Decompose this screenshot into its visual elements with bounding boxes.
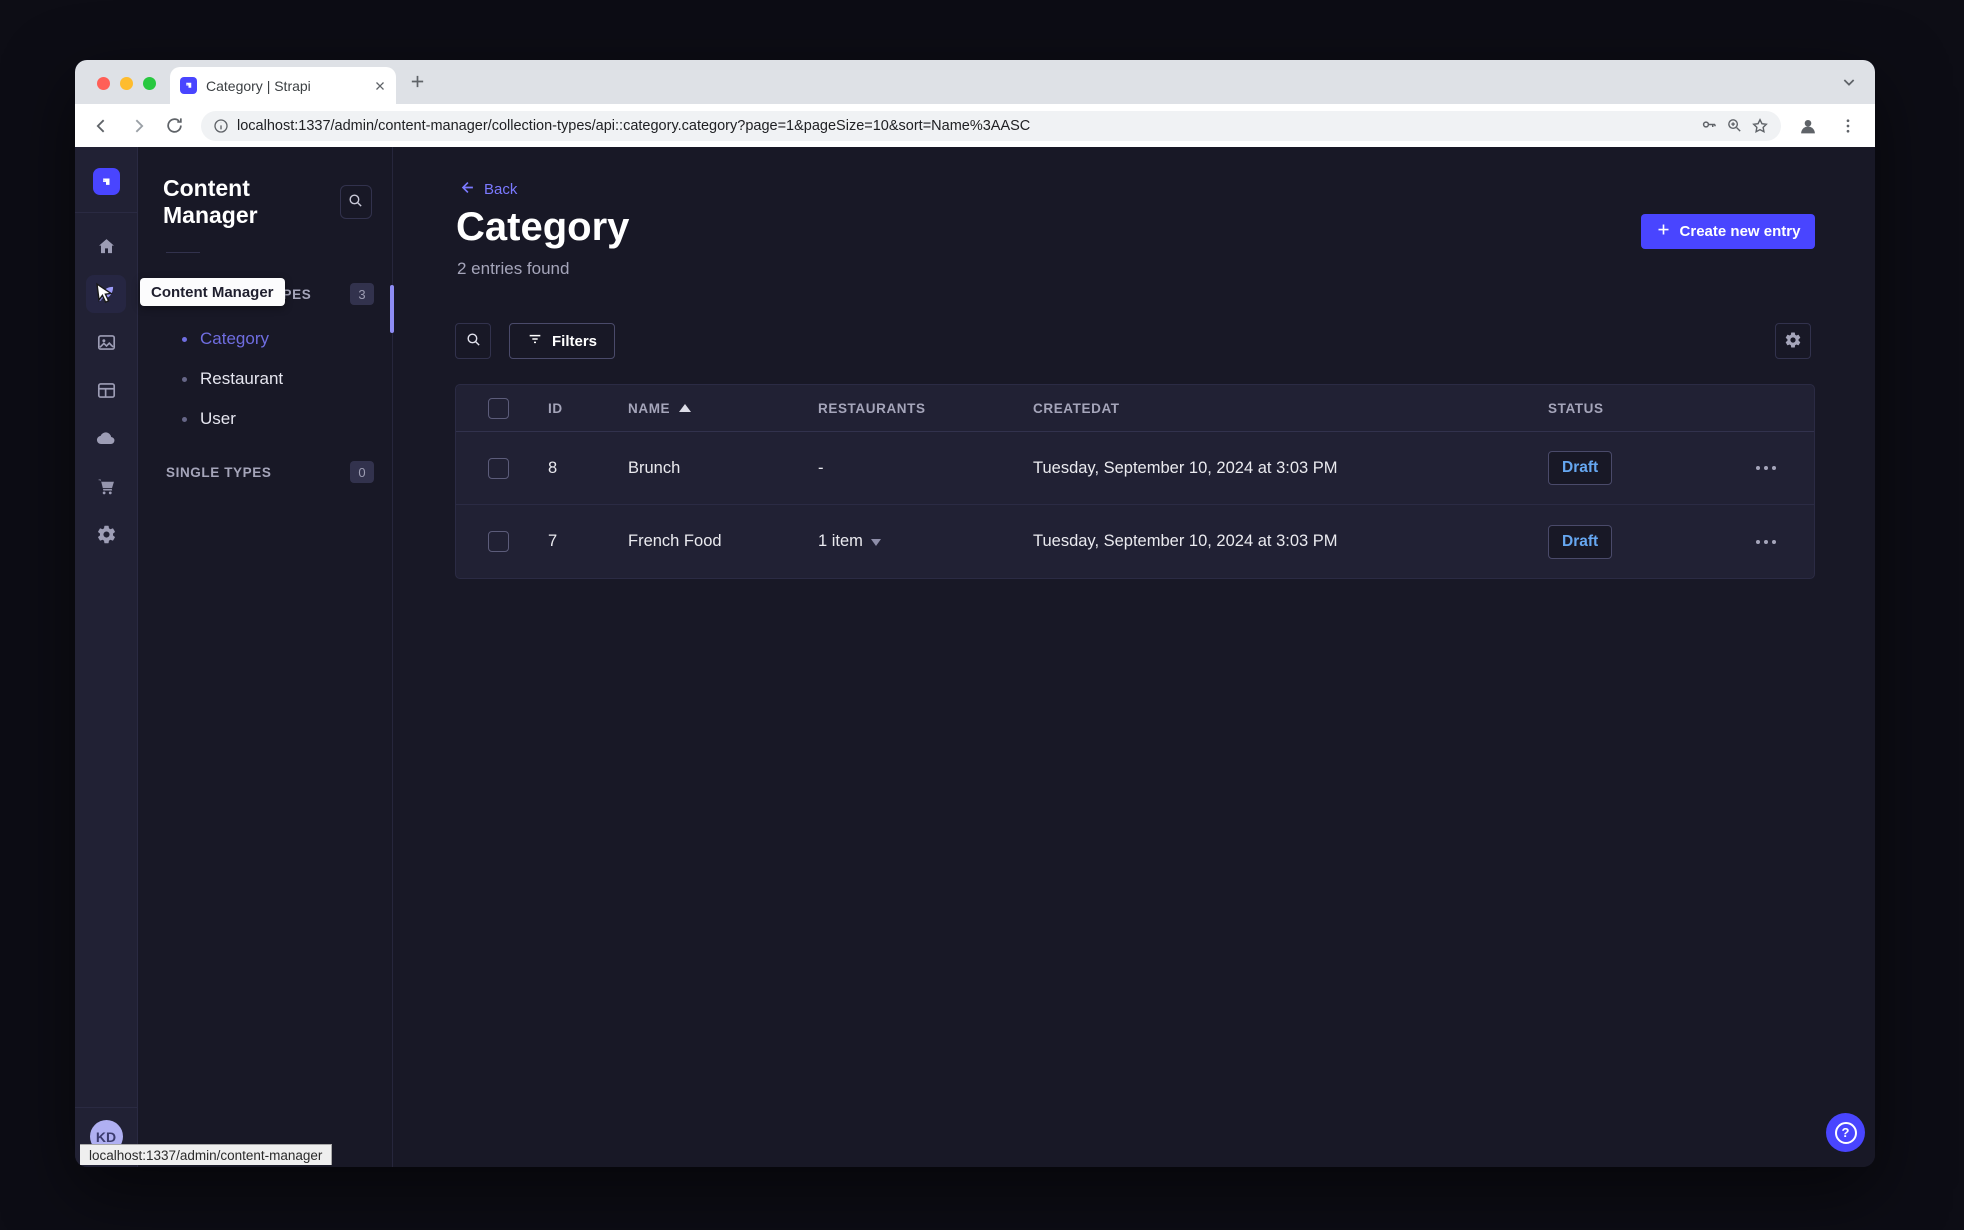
strapi-logo[interactable]: [92, 168, 120, 195]
table-search-button[interactable]: [455, 323, 491, 359]
home-icon[interactable]: [86, 227, 126, 265]
settings-gear-icon[interactable]: [86, 515, 126, 553]
close-window-button[interactable]: [97, 77, 110, 90]
column-header-createdat[interactable]: CREATEDAT: [1033, 401, 1548, 416]
info-icon[interactable]: [213, 118, 229, 134]
tooltip: Content Manager: [140, 278, 285, 306]
view-settings-button[interactable]: [1775, 323, 1811, 359]
help-button[interactable]: ?: [1826, 1113, 1865, 1152]
sort-ascending-icon: [679, 404, 692, 412]
tab-search-chevron-icon[interactable]: [1841, 74, 1857, 90]
tab-strip: Category | Strapi: [75, 60, 1875, 104]
reload-icon[interactable]: [159, 111, 189, 141]
url-bar[interactable]: localhost:1337/admin/content-manager/col…: [201, 110, 1781, 141]
row-actions-menu-icon[interactable]: [1756, 539, 1776, 544]
subnav-item-category[interactable]: Category: [138, 319, 392, 359]
status-badge: Draft: [1548, 524, 1613, 559]
zoom-icon[interactable]: [1726, 117, 1743, 134]
key-icon[interactable]: [1700, 117, 1718, 135]
bookmark-star-icon[interactable]: [1751, 117, 1769, 135]
column-header-id[interactable]: ID: [548, 401, 628, 416]
profile-icon[interactable]: [1793, 111, 1823, 141]
cell-createdat: Tuesday, September 10, 2024 at 3:03 PM: [1033, 532, 1338, 550]
row-checkbox[interactable]: [488, 457, 509, 479]
back-link[interactable]: Back: [458, 179, 517, 200]
table-row[interactable]: 8 Brunch - Tuesday, September 10, 2024 a…: [456, 432, 1814, 505]
back-arrow-icon: [458, 179, 475, 200]
browser-tab[interactable]: Category | Strapi: [170, 67, 396, 104]
column-header-restaurants[interactable]: RESTAURANTS: [818, 401, 1033, 416]
cell-id: 7: [548, 532, 558, 550]
new-tab-button[interactable]: [409, 73, 426, 90]
cell-id: 8: [548, 458, 558, 477]
forward-icon[interactable]: [123, 111, 153, 141]
subnav-item-user[interactable]: User: [138, 399, 392, 439]
cell-name: French Food: [628, 532, 722, 550]
column-header-status[interactable]: STATUS: [1548, 401, 1738, 416]
chevron-down-icon: [870, 539, 881, 546]
search-icon: [347, 192, 364, 212]
minimize-window-button[interactable]: [120, 77, 133, 90]
row-checkbox[interactable]: [488, 531, 509, 552]
mouse-cursor: [90, 282, 114, 313]
status-badge: Draft: [1548, 451, 1613, 485]
media-library-icon[interactable]: [86, 323, 126, 361]
plus-icon: [1656, 222, 1671, 241]
cell-name: Brunch: [628, 458, 681, 477]
filters-button[interactable]: Filters: [509, 323, 616, 359]
cell-restaurants: -: [818, 458, 824, 477]
strapi-app: KD Content Manager COLLECTION TYPES 3: [75, 147, 1875, 1167]
page-title: Category: [456, 205, 630, 249]
subnav-item-restaurant[interactable]: Restaurant: [138, 359, 392, 399]
gear-icon: [1784, 331, 1802, 352]
status-link: localhost:1337/admin/content-manager: [80, 1144, 333, 1165]
select-all-checkbox[interactable]: [488, 397, 509, 419]
subnav-search-button[interactable]: [339, 185, 372, 219]
content-type-builder-icon[interactable]: [86, 371, 126, 409]
table-row[interactable]: 7 French Food 1 item Tuesday, September …: [456, 505, 1814, 578]
column-header-name[interactable]: NAME: [628, 401, 818, 416]
bullet-icon: [182, 416, 187, 422]
filter-icon: [527, 331, 543, 351]
entries-table: ID NAME RESTAURANTS CREATEDAT STATUS 8 B…: [455, 384, 1815, 579]
collection-types-count-badge: 3: [350, 283, 374, 305]
bullet-icon: [182, 376, 187, 382]
rail-divider: [75, 212, 138, 213]
cell-restaurants[interactable]: 1 item: [818, 532, 1033, 551]
cloud-icon[interactable]: [86, 419, 126, 457]
help-question-icon: ?: [1834, 1121, 1857, 1144]
marketplace-cart-icon[interactable]: [86, 467, 126, 505]
cell-createdat: Tuesday, September 10, 2024 at 3:03 PM: [1033, 458, 1338, 477]
menu-kebab-icon[interactable]: [1833, 111, 1863, 141]
subnav-divider: [166, 252, 200, 253]
bullet-icon: [182, 336, 187, 342]
maximize-window-button[interactable]: [143, 77, 156, 90]
url-text[interactable]: localhost:1337/admin/content-manager/col…: [237, 118, 1692, 134]
single-types-count-badge: 0: [350, 461, 374, 483]
row-actions-menu-icon[interactable]: [1756, 466, 1776, 470]
strapi-favicon-icon: [180, 77, 197, 94]
tab-title: Category | Strapi: [206, 77, 311, 94]
entries-count: 2 entries found: [457, 259, 570, 278]
back-icon[interactable]: [87, 111, 117, 141]
browser-window: Category | Strapi localhost:1337/admin/c…: [75, 60, 1875, 1167]
tab-close-icon[interactable]: [374, 80, 386, 92]
table-header-row: ID NAME RESTAURANTS CREATEDAT STATUS: [456, 385, 1814, 432]
window-controls[interactable]: [97, 77, 156, 90]
create-new-entry-button[interactable]: Create new entry: [1641, 214, 1815, 249]
main-content: Back Category 2 entries found Create new…: [393, 147, 1875, 1167]
subnav-title: Content Manager: [163, 175, 258, 228]
browser-toolbar: localhost:1337/admin/content-manager/col…: [75, 104, 1875, 147]
search-icon: [465, 331, 482, 351]
single-types-label: SINGLE TYPES: [166, 464, 272, 480]
